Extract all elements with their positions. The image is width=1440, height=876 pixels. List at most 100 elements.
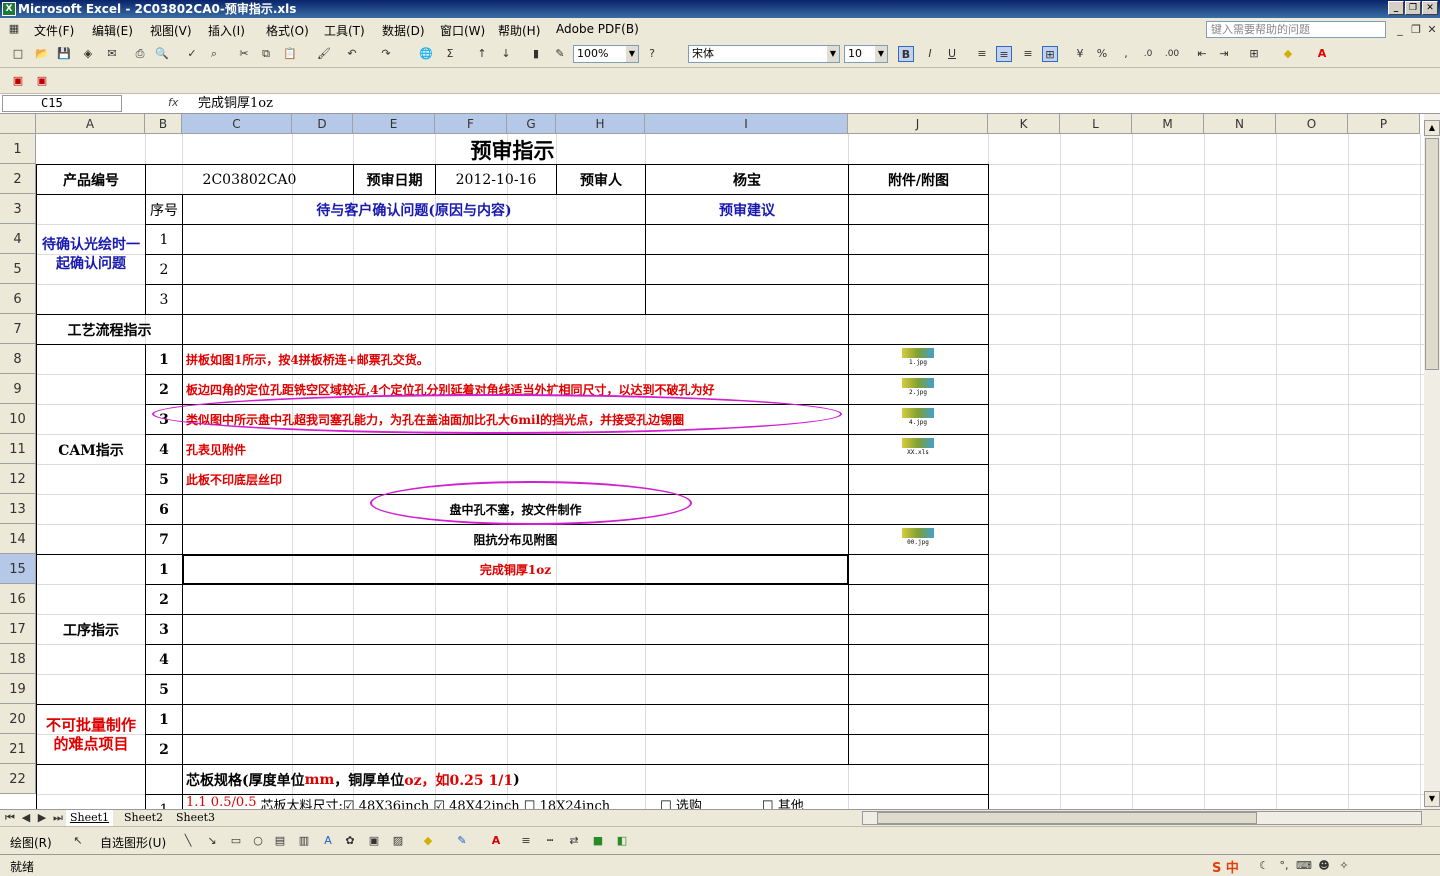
cam-seq-5[interactable]: 5 — [145, 464, 183, 495]
zoom-select[interactable]: 100% ▼ — [573, 45, 639, 63]
menu-tools[interactable]: 工具(T) — [324, 22, 365, 39]
doc-minimize-icon[interactable]: _ — [1392, 22, 1408, 38]
process-seq-1[interactable]: 1 — [145, 554, 183, 585]
sort-descending-icon[interactable]: ↓ — [498, 46, 514, 62]
confirm-issue-cell[interactable] — [182, 284, 646, 315]
confirm-seq-3[interactable]: 3 — [145, 284, 183, 315]
cam-seq-2[interactable]: 2 — [145, 374, 183, 405]
autoshapes-menu[interactable]: 自选图形(U) — [100, 834, 166, 851]
dash-style-icon[interactable]: ┅ — [542, 833, 558, 849]
print-preview-icon[interactable]: 🔍 — [154, 46, 170, 62]
column-header-A[interactable]: A — [36, 114, 145, 134]
menu-adobe-pdf[interactable]: Adobe PDF(B) — [556, 22, 639, 36]
save-icon[interactable]: 💾 — [56, 46, 72, 62]
menu-insert[interactable]: 插入(I) — [208, 22, 245, 39]
process-step-label[interactable]: 工序指示 — [36, 554, 146, 705]
core-left-cell[interactable] — [36, 764, 146, 809]
cam-instruction-4[interactable]: 孔表见附件 — [182, 434, 849, 465]
confirm-advice-cell[interactable] — [645, 284, 849, 315]
row-header-14[interactable]: 14 — [0, 524, 36, 554]
attach-header[interactable]: 附件/附图 — [848, 164, 989, 195]
confirm-seq-2[interactable]: 2 — [145, 254, 183, 285]
next-sheet-icon[interactable]: ▶ — [34, 810, 50, 826]
issue-header[interactable]: 待与客户确认问题(原因与内容) — [182, 194, 646, 225]
hyperlink-icon[interactable]: 🌐 — [418, 46, 434, 62]
decrease-indent-icon[interactable]: ⇤ — [1194, 46, 1210, 62]
difficult-cell[interactable] — [182, 734, 849, 765]
column-header-O[interactable]: O — [1276, 114, 1348, 134]
shadow-icon[interactable]: ■ — [590, 833, 606, 849]
first-sheet-icon[interactable]: ⏮ — [2, 810, 18, 826]
column-header-E[interactable]: E — [353, 114, 435, 134]
row23-core-size[interactable]: 1.1 0.5/0.5 芯板大料尺寸:☑ 48X36inch ☑ 48X42inc… — [182, 794, 989, 809]
process-flow-label[interactable]: 工艺流程指示 — [36, 314, 183, 345]
column-header-C[interactable]: C — [182, 114, 292, 134]
column-header-N[interactable]: N — [1204, 114, 1276, 134]
arrow-style-icon[interactable]: ⇄ — [566, 833, 582, 849]
sheet-title[interactable]: 预审指示 — [36, 134, 989, 165]
select-objects-icon[interactable]: ↖ — [70, 833, 86, 849]
format-painter-icon[interactable]: 🖌 — [316, 46, 332, 62]
convert-to-pdf-icon[interactable]: ▣ — [10, 73, 26, 89]
percent-icon[interactable]: % — [1094, 46, 1110, 62]
menu-window[interactable]: 窗口(W) — [440, 22, 485, 39]
vertical-scrollbar[interactable]: ▲ ▼ — [1424, 114, 1440, 809]
process-seq-4[interactable]: 4 — [145, 644, 183, 675]
email-icon[interactable]: ✉ — [104, 46, 120, 62]
row-header-20[interactable]: 20 — [0, 704, 36, 734]
draw-font-color-icon[interactable]: A — [488, 833, 504, 849]
minimize-button[interactable]: _ — [1388, 1, 1404, 15]
cam-attach-cell[interactable] — [848, 494, 989, 525]
menu-view[interactable]: 视图(V) — [150, 22, 192, 39]
row-header-1[interactable]: 1 — [0, 134, 36, 164]
document-icon[interactable]: ▦ — [6, 21, 22, 37]
line-color-icon[interactable]: ✎ — [454, 833, 470, 849]
row-header-16[interactable]: 16 — [0, 584, 36, 614]
spelling-icon[interactable]: ✓ — [184, 46, 200, 62]
confirm-issue-cell[interactable] — [182, 224, 646, 255]
reviewer-value[interactable]: 杨宝 — [645, 164, 849, 195]
process-flow-cell[interactable] — [182, 314, 849, 345]
process-step-1[interactable]: 完成铜厚1oz — [182, 554, 849, 585]
fill-color-icon[interactable]: ◆ — [1280, 46, 1296, 62]
process-step-5[interactable] — [182, 674, 849, 705]
process-step-4[interactable] — [182, 644, 849, 675]
sheet-tab-3[interactable]: Sheet3 — [172, 810, 219, 826]
ime-moon-icon[interactable]: ☾ — [1256, 858, 1272, 874]
row-header-11[interactable]: 11 — [0, 434, 36, 464]
row-header-22[interactable]: 22 — [0, 764, 36, 794]
cam-seq-1[interactable]: 1 — [145, 344, 183, 375]
pdf-email-icon[interactable]: ▣ — [34, 73, 50, 89]
font-color-icon[interactable]: A — [1314, 46, 1330, 62]
row-header-7[interactable]: 7 — [0, 314, 36, 344]
ime-keyboard-icon[interactable]: ⌨ — [1296, 858, 1312, 874]
row-header-17[interactable]: 17 — [0, 614, 36, 644]
autosum-icon[interactable]: Σ — [442, 46, 458, 62]
column-header-B[interactable]: B — [145, 114, 182, 134]
wordart-icon[interactable]: A — [320, 833, 336, 849]
review-date-label[interactable]: 预审日期 — [353, 164, 436, 195]
bold-icon[interactable]: B — [898, 46, 914, 62]
seq-header[interactable]: 序号 — [145, 194, 183, 225]
draw-fill-color-icon[interactable]: ◆ — [420, 833, 436, 849]
draw-menu[interactable]: 绘图(R) — [10, 834, 52, 851]
font-size-select[interactable]: 10 ▼ — [844, 45, 888, 63]
permission-icon[interactable]: ◈ — [80, 46, 96, 62]
currency-icon[interactable]: ¥ — [1072, 46, 1088, 62]
cam-instruction-7[interactable]: 阻抗分布见附图 — [182, 524, 849, 555]
cam-instruction-1[interactable]: 拼板如图1所示，按4拼板桥连+邮票孔交货。 — [182, 344, 849, 375]
confirm-attach-cell[interactable] — [848, 284, 989, 315]
confirm-advice-cell[interactable] — [645, 224, 849, 255]
column-header-P[interactable]: P — [1348, 114, 1420, 134]
column-header-K[interactable]: K — [988, 114, 1060, 134]
row-header-6[interactable]: 6 — [0, 284, 36, 314]
last-sheet-icon[interactable]: ⏭ — [50, 810, 66, 826]
column-header-I[interactable]: I — [645, 114, 848, 134]
drawing-icon[interactable]: ✎ — [552, 46, 568, 62]
difficult-attach-cell[interactable] — [848, 734, 989, 765]
select-all-corner[interactable] — [0, 114, 36, 134]
confirm-seq-1[interactable]: 1 — [145, 224, 183, 255]
confirm-attach-cell[interactable] — [848, 224, 989, 255]
arrow-icon[interactable]: ↘ — [204, 833, 220, 849]
process-seq-5[interactable]: 5 — [145, 674, 183, 705]
